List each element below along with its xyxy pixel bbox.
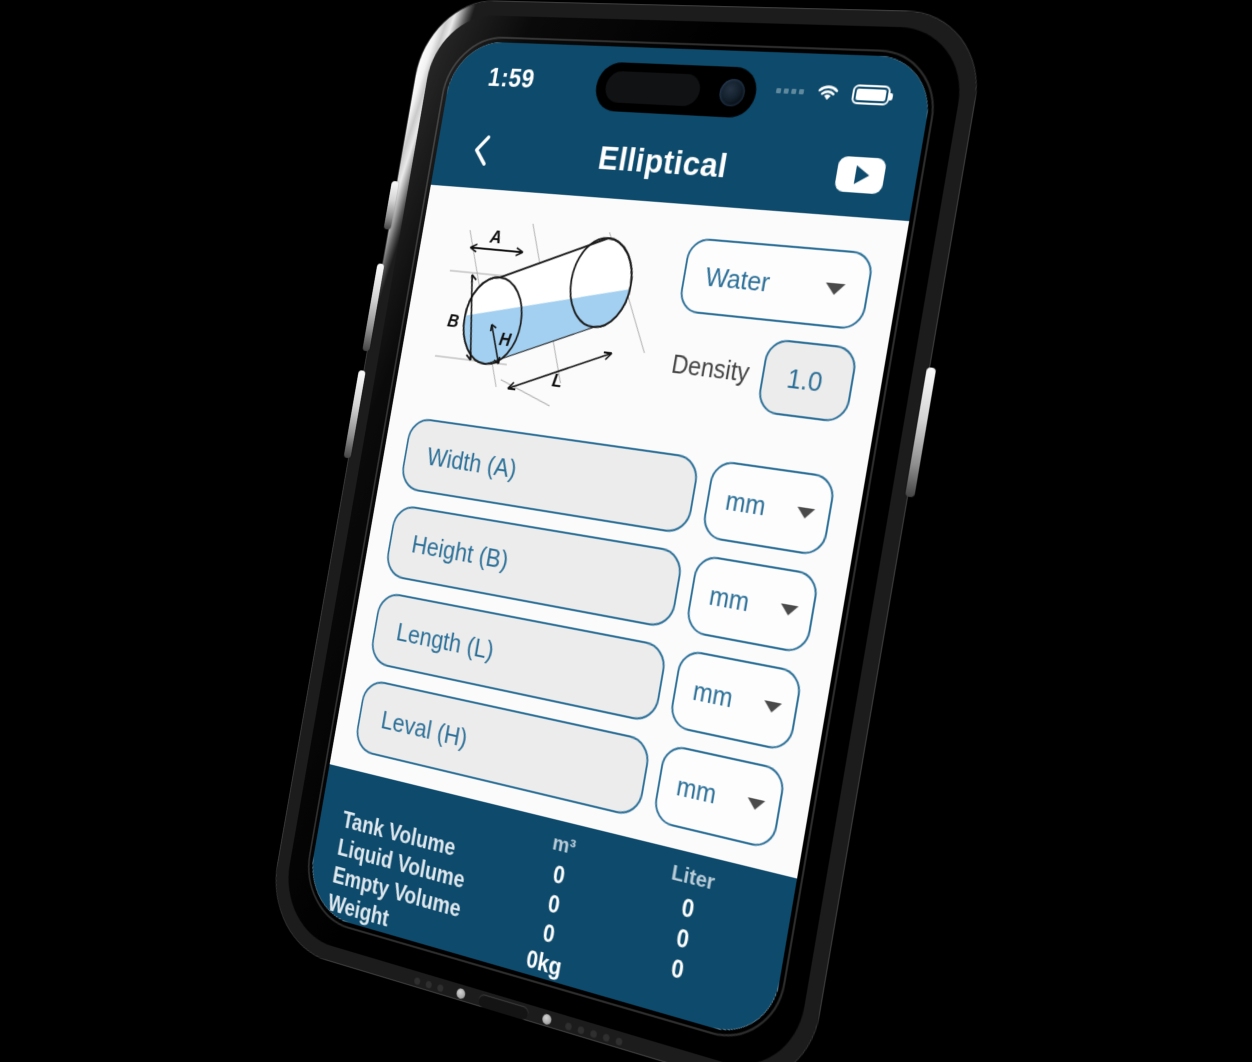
chevron-down-icon	[746, 797, 766, 812]
device-bezel: 1:59 Elliptical A B H L Water Density 1.…	[278, 14, 971, 1062]
tab-bbl[interactable]: BBL	[620, 1019, 750, 1044]
iphone-device: 1:59 Elliptical A B H L Water Density 1.…	[264, 0, 989, 1062]
usb-c-port	[477, 992, 530, 1021]
island-pill	[603, 70, 703, 107]
power-button[interactable]	[904, 367, 937, 498]
app-content: A B H L Water Density 1.0 Width (A) mm H…	[304, 185, 909, 1044]
level-unit-value: mm	[674, 771, 719, 810]
density-value: 1.0	[784, 361, 826, 398]
width-input-label: Width (A)	[424, 441, 519, 484]
liquid-volume-liter: 0	[674, 923, 691, 955]
action-button[interactable]	[383, 180, 399, 230]
width-unit-value: mm	[723, 486, 768, 522]
chevron-down-icon	[824, 281, 846, 296]
screw-left	[455, 987, 466, 1000]
height-unit-value: mm	[707, 581, 752, 618]
device-frame: 1:59 Elliptical A B H L Water Density 1.…	[264, 0, 989, 1062]
length-unit-value: mm	[690, 676, 736, 714]
results-col-liter: Liter	[669, 860, 717, 896]
density-row: Density 1.0	[662, 328, 859, 424]
status-time: 1:59	[486, 62, 538, 94]
svg-text:L: L	[551, 370, 564, 392]
play-video-icon	[853, 165, 871, 185]
level-unit-select[interactable]: mm	[651, 743, 787, 851]
speaker-grille-right	[564, 1021, 623, 1046]
wifi-icon	[814, 82, 843, 101]
screenshot-stage: 1:59 Elliptical A B H L Water Density 1.…	[0, 0, 1252, 1062]
height-unit-select[interactable]: mm	[684, 553, 821, 655]
height-input-label: Height (B)	[409, 528, 511, 575]
dynamic-island	[592, 61, 761, 119]
battery-full-icon	[850, 83, 892, 106]
home-indicator[interactable]	[431, 1001, 597, 1045]
length-unit-select[interactable]: mm	[667, 648, 804, 753]
tab-uk-gallon[interactable]: UK.Gallon	[509, 986, 632, 1044]
chevron-down-icon	[795, 506, 816, 520]
signal-bars-icon	[775, 87, 805, 94]
elliptical-tank-diagram: A B H L	[415, 211, 678, 427]
status-icons	[775, 80, 892, 106]
back-button[interactable]	[465, 133, 498, 167]
weight-value: 0kg	[524, 945, 564, 982]
chevron-down-icon	[779, 603, 799, 617]
front-camera-icon	[717, 78, 748, 107]
level-input-label: Leval (H)	[379, 704, 470, 753]
tank-volume-liter: 0	[679, 893, 697, 924]
page-title: Elliptical	[595, 138, 731, 186]
svg-text:B: B	[446, 310, 461, 331]
weight-liter	[598, 965, 748, 1037]
chevron-down-icon	[762, 700, 782, 715]
length-input-label: Length (L)	[394, 616, 497, 666]
material-column: Water Density 1.0	[657, 231, 876, 453]
density-label: Density	[669, 349, 752, 388]
empty-volume-liter: 0	[669, 954, 686, 985]
width-unit-select[interactable]: mm	[700, 459, 837, 558]
table-row: Weight 0kg	[326, 889, 749, 1037]
phone-screen: 1:59 Elliptical A B H L Water Density 1.…	[304, 41, 937, 1044]
liquid-type-select[interactable]: Water	[677, 237, 876, 331]
svg-text:A: A	[488, 226, 504, 247]
screw-right	[541, 1013, 553, 1026]
play-video-button[interactable]	[833, 155, 888, 195]
liquid-type-value: Water	[703, 260, 773, 298]
density-input[interactable]: 1.0	[755, 337, 859, 424]
chevron-left-icon	[470, 134, 493, 167]
